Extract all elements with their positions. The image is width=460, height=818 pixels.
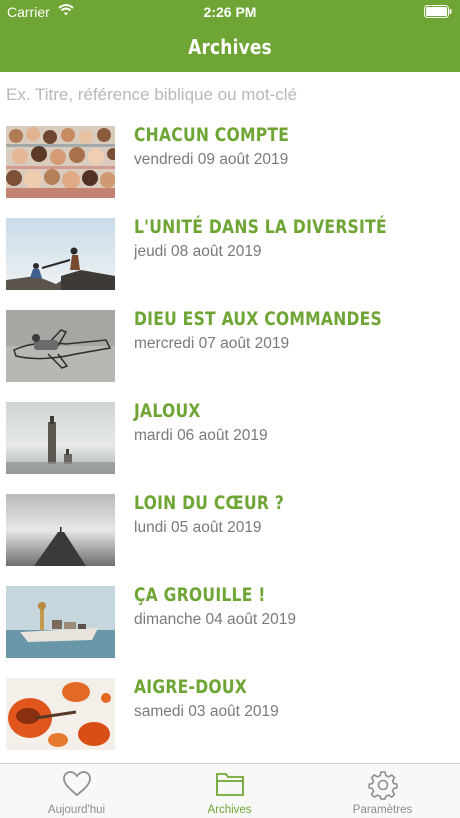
item-date: lundi 05 août 2019 <box>134 519 262 536</box>
status-time: 2:26 PM <box>203 4 257 20</box>
battery-icon <box>424 5 452 21</box>
tab-archives[interactable]: Archives <box>153 764 306 818</box>
list-item[interactable]: LOIN DU CŒUR ? lundi 05 août 2019 <box>0 484 460 576</box>
status-bar: Carrier 2:26 PM <box>0 0 460 24</box>
heart-icon <box>0 770 153 803</box>
item-title: LOIN DU CŒUR ? <box>134 492 285 514</box>
list-item[interactable]: CHACUN COMPTE vendredi 09 août 2019 <box>0 116 460 208</box>
search-bar <box>0 72 460 116</box>
pillars-fog-thumbnail <box>6 402 115 474</box>
tab-label: Archives <box>207 804 252 816</box>
item-title: L'UNITÉ DANS LA DIVERSITÉ <box>134 216 387 238</box>
list-item[interactable]: L'UNITÉ DANS LA DIVERSITÉ jeudi 08 août … <box>0 208 460 300</box>
item-title: JALOUX <box>134 400 201 422</box>
item-date: dimanche 04 août 2019 <box>134 611 297 628</box>
search-input[interactable] <box>6 82 446 108</box>
animals-boat-thumbnail <box>6 586 115 658</box>
pier-mist-thumbnail <box>6 494 115 566</box>
folder-icon <box>153 770 306 803</box>
tab-label: Aujourd'hui <box>47 804 106 816</box>
tab-aujourdhui[interactable]: Aujourd'hui <box>0 764 153 818</box>
item-title: CHACUN COMPTE <box>134 124 290 146</box>
tab-label: Paramètres <box>352 804 413 816</box>
item-date: vendredi 09 août 2019 <box>134 151 289 168</box>
item-title: DIEU EST AUX COMMANDES <box>134 308 383 330</box>
gear-icon <box>306 770 459 805</box>
item-date: mardi 06 août 2019 <box>134 427 268 444</box>
navigation-bar: Archives <box>0 24 460 72</box>
list-item[interactable]: DIEU EST AUX COMMANDES mercredi 07 août … <box>0 300 460 392</box>
item-title: AIGRE-DOUX <box>134 676 248 698</box>
item-date: jeudi 08 août 2019 <box>134 243 262 260</box>
archive-list: CHACUN COMPTE vendredi 09 août 2019 L'UN… <box>0 116 460 760</box>
orange-sauce-spoon-thumbnail <box>6 678 115 750</box>
helping-hand-cliff-thumbnail <box>6 218 115 290</box>
page-title: Archives <box>188 35 272 59</box>
tab-parametres[interactable]: Paramètres <box>306 764 459 818</box>
list-item[interactable]: ÇA GROUILLE ! dimanche 04 août 2019 <box>0 576 460 668</box>
list-item[interactable]: AIGRE-DOUX samedi 03 août 2019 <box>0 668 460 760</box>
item-date: mercredi 07 août 2019 <box>134 335 290 352</box>
item-title: ÇA GROUILLE ! <box>134 584 266 606</box>
item-date: samedi 03 août 2019 <box>134 703 279 720</box>
crowd-faces-thumbnail <box>6 126 115 198</box>
list-item[interactable]: JALOUX mardi 06 août 2019 <box>0 392 460 484</box>
wire-airplane-thumbnail <box>6 310 115 382</box>
tab-bar: Aujourd'hui Archives Paramètres <box>0 763 460 818</box>
